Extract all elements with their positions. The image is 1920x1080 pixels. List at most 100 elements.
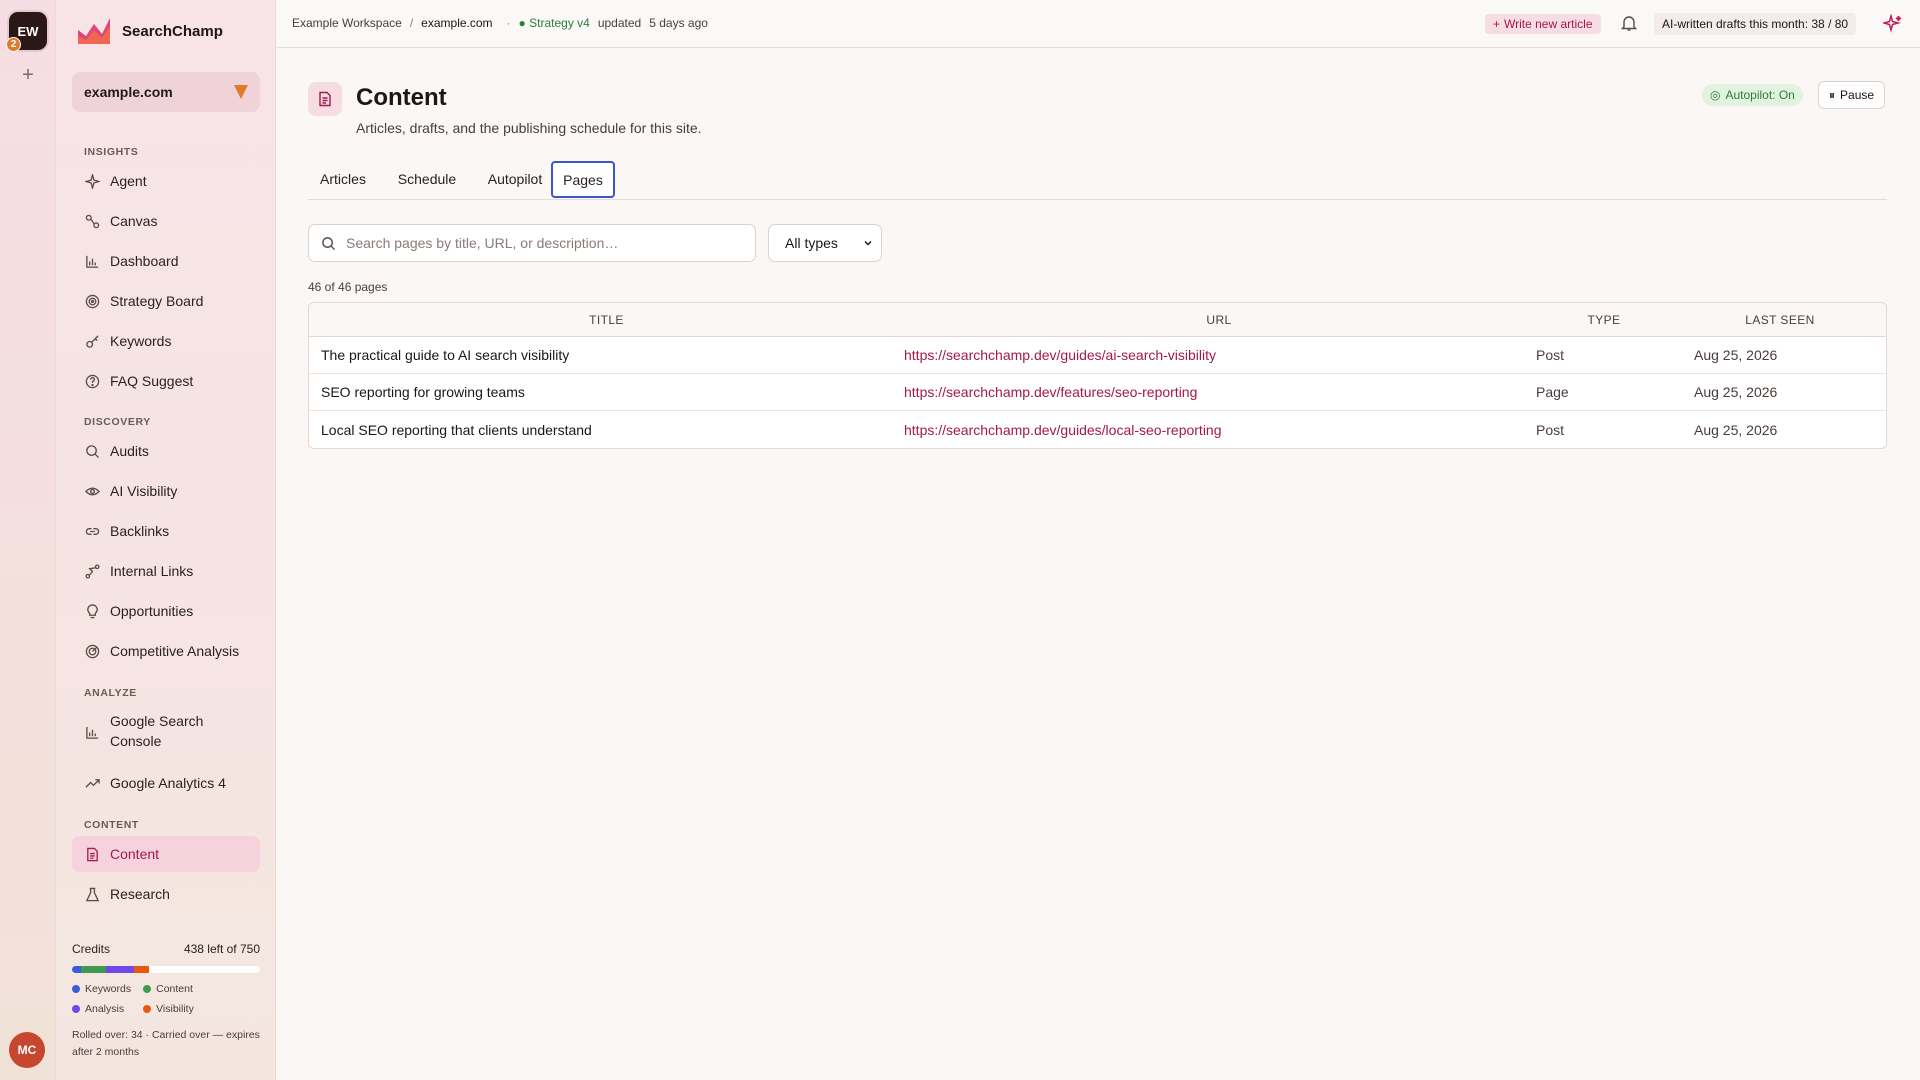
column-header-url[interactable]: URL (904, 313, 1534, 327)
credits-legend: Keywords Content Analysis Visibility (72, 983, 260, 1015)
page-url-link[interactable]: https://searchchamp.dev/guides/local-seo… (904, 422, 1534, 438)
nav-section-analyze: ANALYZE (84, 687, 137, 699)
sidebar-item-competitive-analysis[interactable]: Competitive Analysis (72, 633, 260, 669)
pause-button[interactable]: ⏸ Pause (1818, 81, 1886, 109)
page-url-link[interactable]: https://searchchamp.dev/guides/ai-search… (904, 347, 1534, 363)
sidebar-item-google-analytics-4[interactable]: Google Analytics 4 (72, 765, 260, 801)
pages-table: TITLE URL TYPE LAST SEEN The practical g… (308, 302, 1887, 449)
sidebar-item-label: AI Visibility (110, 483, 178, 499)
credits-segment-content (81, 966, 106, 973)
sidebar-item-research[interactable]: Research (72, 876, 260, 912)
sidebar-item-label: Competitive Analysis (110, 643, 240, 659)
write-new-article-button[interactable]: + Write new article (1485, 14, 1601, 34)
nav-section-discovery: DISCOVERY (84, 416, 151, 428)
tab-schedule[interactable]: Schedule (387, 160, 467, 197)
brand-name: SearchChamp (122, 22, 223, 40)
sidebar-item-label: Google Search Console (110, 713, 204, 749)
sidebar-item-canvas[interactable]: Canvas (72, 203, 260, 239)
sidebar-item-audits[interactable]: Audits (72, 433, 260, 469)
sidebar-item-label: Research (110, 886, 170, 902)
type-filter-select[interactable]: All types (768, 224, 882, 262)
workspace-initials: EW (17, 23, 39, 39)
tab-autopilot[interactable]: Autopilot (476, 160, 554, 197)
strategy-version[interactable]: ● Strategy v4 (519, 16, 590, 30)
sparkle-icon[interactable] (1883, 14, 1903, 34)
eye-icon (84, 483, 100, 499)
column-header-last-seen[interactable]: LAST SEEN (1674, 313, 1886, 327)
brand[interactable]: SearchChamp (76, 16, 223, 46)
tab-pages[interactable]: Pages (551, 161, 615, 198)
breadcrumb-separator: / (409, 16, 414, 30)
page-title: Content (356, 84, 447, 111)
search-icon (322, 236, 336, 250)
breadcrumb-workspace[interactable]: Example Workspace (292, 16, 402, 30)
sidebar-item-faq-suggest[interactable]: FAQ Suggest (72, 363, 260, 399)
add-workspace-icon[interactable]: + (17, 64, 39, 86)
credits-label: Credits (72, 942, 111, 956)
sidebar-item-backlinks[interactable]: Backlinks (72, 513, 260, 549)
sidebar: SearchChamp example.com INSIGHTS Agent C… (56, 0, 276, 1080)
last-seen-cell: Aug 25, 2026 (1694, 421, 1778, 438)
updated-label: updated (597, 16, 642, 30)
search-icon (84, 443, 100, 459)
user-avatar[interactable]: MC (9, 1032, 45, 1068)
trend-icon (84, 775, 100, 791)
search-input[interactable] (346, 235, 726, 251)
sparkle-icon (84, 173, 100, 189)
chevron-down-icon (864, 240, 872, 246)
table-row[interactable]: Local SEO reporting that clients underst… (309, 411, 1886, 448)
table-header: TITLE URL TYPE LAST SEEN (309, 303, 1886, 337)
page-title-cell: The practical guide to AI search visibil… (321, 347, 570, 363)
page-subtitle: Articles, drafts, and the publishing sch… (356, 120, 702, 136)
credits-segment-visibility (134, 966, 150, 973)
breadcrumb: Example Workspace / example.com · ● Stra… (292, 16, 708, 30)
sidebar-item-content[interactable]: Content (72, 836, 260, 872)
sidebar-item-dashboard[interactable]: Dashboard (72, 243, 260, 279)
table-row[interactable]: SEO reporting for growing teams https://… (309, 374, 1886, 411)
sidebar-item-opportunities[interactable]: Opportunities (72, 593, 260, 629)
write-new-article-label: Write new article (1504, 17, 1593, 31)
bar-chart-icon (84, 724, 100, 740)
credits-note: Rolled over: 34 · Carried over — expires… (72, 1029, 260, 1058)
key-icon (84, 333, 100, 349)
sidebar-item-keywords[interactable]: Keywords (72, 323, 260, 359)
link-icon (84, 523, 100, 539)
sidebar-item-ai-visibility[interactable]: AI Visibility (72, 473, 260, 509)
autopilot-status-badge[interactable]: ◎ Autopilot: On (1702, 84, 1803, 106)
content-tabs: Articles Schedule Autopilot Pages (308, 160, 1887, 200)
sidebar-item-label: Keywords (110, 333, 172, 349)
credits-panel: Credits 438 left of 750 Keywords Content… (72, 942, 260, 1061)
pause-label: Pause (1840, 88, 1875, 102)
canvas-icon (84, 213, 100, 229)
column-header-title[interactable]: TITLE (309, 313, 904, 327)
sidebar-item-internal-links[interactable]: Internal Links (72, 553, 260, 589)
radar-icon (84, 643, 100, 659)
bell-icon[interactable] (1620, 14, 1638, 32)
document-icon (84, 846, 100, 862)
site-selector[interactable]: example.com (72, 72, 260, 112)
plus-icon: + (1493, 17, 1501, 31)
page-search-box[interactable] (308, 224, 756, 262)
sidebar-item-label: FAQ Suggest (110, 373, 194, 389)
sidebar-item-label: Content (110, 846, 160, 862)
question-icon (84, 373, 100, 389)
last-seen-cell: Aug 25, 2026 (1694, 384, 1778, 400)
tab-articles[interactable]: Articles (308, 160, 378, 197)
credits-segment-keywords (72, 966, 82, 973)
brand-logo-icon (78, 18, 110, 44)
table-row[interactable]: The practical guide to AI search visibil… (309, 337, 1886, 374)
credits-segment-analysis (105, 966, 135, 973)
breadcrumb-site[interactable]: example.com (421, 16, 492, 30)
bar-chart-icon (84, 253, 100, 269)
page-type-cell: Page (1536, 384, 1569, 400)
sidebar-item-strategy-board[interactable]: Strategy Board (72, 283, 260, 319)
sidebar-item-google-search-console[interactable]: Google Search Console (72, 710, 260, 754)
sidebar-item-label: Strategy Board (110, 293, 204, 309)
nav-section-insights: INSIGHTS (84, 146, 139, 158)
page-url-link[interactable]: https://searchchamp.dev/features/seo-rep… (904, 384, 1534, 400)
sidebar-item-agent[interactable]: Agent (72, 163, 260, 199)
last-seen-cell: Aug 25, 2026 (1694, 347, 1778, 363)
legend-item-analysis: Analysis (72, 1003, 131, 1015)
column-header-type[interactable]: TYPE (1534, 313, 1674, 327)
workspace-notification-badge: 2 (6, 37, 21, 52)
